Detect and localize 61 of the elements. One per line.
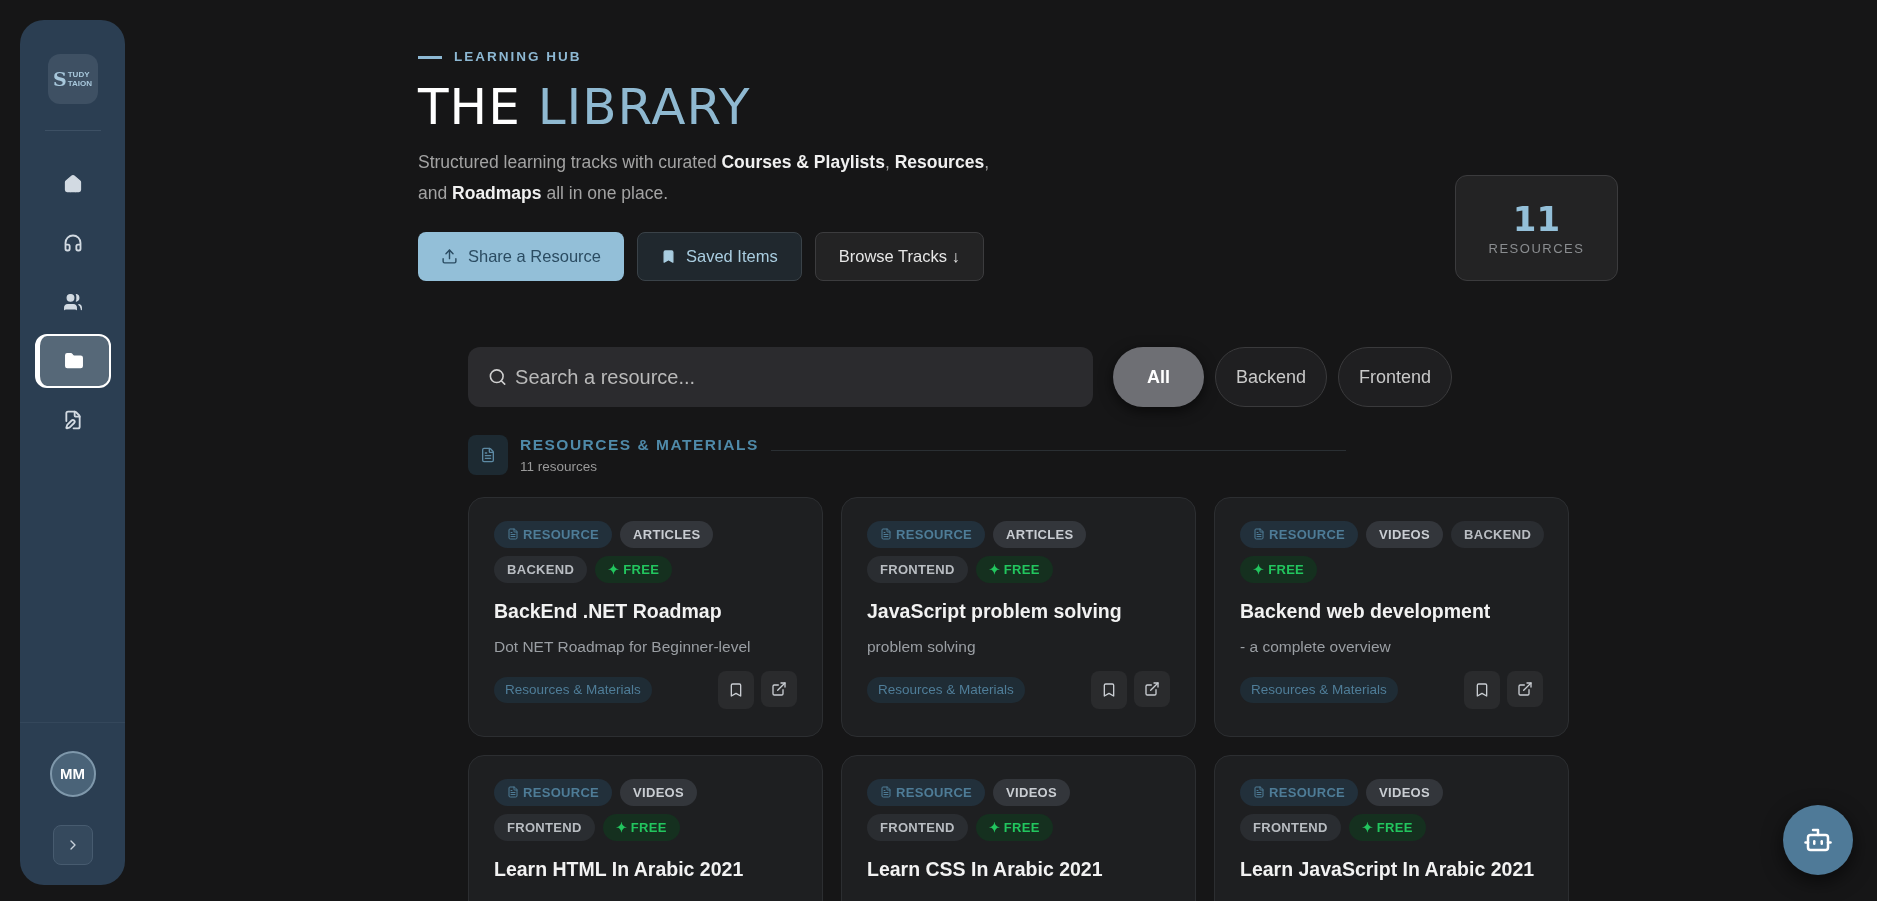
tag: ✦ FREE bbox=[975, 813, 1053, 841]
logo-initial: S bbox=[53, 69, 67, 89]
tag: ARTICLES bbox=[620, 520, 714, 548]
tag: FRONTEND bbox=[867, 555, 968, 583]
tag: ✦ FREE bbox=[602, 813, 680, 841]
tag: ARTICLES bbox=[993, 520, 1087, 548]
tag: ✦ FREE bbox=[1348, 813, 1426, 841]
tag: FRONTEND bbox=[1240, 813, 1341, 841]
card-title: BackEnd .NET Roadmap bbox=[494, 598, 723, 624]
tag: RESOURCE bbox=[494, 778, 613, 806]
section-count: 11 resources bbox=[520, 457, 599, 476]
user-avatar[interactable]: MM bbox=[49, 751, 96, 797]
tag: ✦ FREE bbox=[595, 555, 673, 583]
tag: VIDEOS bbox=[993, 778, 1070, 806]
card-title: Learn JavaScript In Arabic 2021 bbox=[1240, 856, 1536, 882]
tag: FRONTEND bbox=[867, 813, 968, 841]
search-field[interactable]: Search a resource... bbox=[468, 347, 1093, 408]
resource-card[interactable]: RESOURCE VIDEOS FRONTEND ✦ FREE Learn HTML In Arabic 2021 bbox=[468, 754, 823, 901]
page-title: THE LIBRARY bbox=[418, 77, 752, 138]
tag: BACKEND bbox=[1451, 520, 1545, 548]
card-description: Dot NET Roadmap for Beginner-level bbox=[494, 637, 752, 657]
tag: ✦ FREE bbox=[975, 555, 1053, 583]
category-tag: Resources & Materials bbox=[867, 676, 1025, 703]
resource-card[interactable]: RESOURCE ARTICLES FRONTEND ✦ FREE JavaScript problem solving problem solving Resources & Materials bbox=[841, 496, 1196, 737]
tag: VIDEOS bbox=[1366, 520, 1443, 548]
tag: RESOURCE bbox=[867, 778, 986, 806]
tag: RESOURCE bbox=[494, 520, 613, 548]
tag: ✦ FREE bbox=[1240, 555, 1318, 583]
eyebrow-label: LEARNING HUB bbox=[454, 48, 582, 66]
resource-card[interactable]: RESOURCE VIDEOS BACKEND ✦ FREE Backend web development - a complete overview Resources & Materials bbox=[1214, 496, 1569, 737]
tag: VIDEOS bbox=[620, 778, 697, 806]
filter-chip[interactable]: Frontend bbox=[1338, 347, 1453, 408]
page-description: Structured learning tracks with curated Courses & Playlists, Resources, and Roadmaps all in one place. bbox=[418, 151, 990, 206]
logo-text: TUDY bbox=[67, 70, 91, 79]
card-description: problem solving bbox=[867, 637, 977, 657]
card-title: JavaScript problem solving bbox=[867, 598, 1123, 624]
saved-items-button[interactable]: Saved Items bbox=[637, 232, 802, 282]
card-title: Learn CSS In Arabic 2021 bbox=[867, 856, 1104, 882]
tag: VIDEOS bbox=[1366, 778, 1443, 806]
tag: RESOURCE bbox=[867, 520, 986, 548]
resource-card[interactable]: RESOURCE VIDEOS FRONTEND ✦ FREE Learn CSS In Arabic 2021 bbox=[841, 754, 1196, 901]
category-tag: Resources & Materials bbox=[494, 676, 652, 703]
logo-text: TAION bbox=[67, 79, 92, 88]
card-title: Learn HTML In Arabic 2021 bbox=[494, 856, 745, 882]
filter-chip[interactable]: Backend bbox=[1215, 347, 1328, 408]
resource-card[interactable]: RESOURCE ARTICLES BACKEND ✦ FREE BackEnd .NET Roadmap Dot NET Roadmap for Beginner-level Resources & Materials bbox=[468, 496, 823, 737]
tag: RESOURCE bbox=[1240, 778, 1359, 806]
section-title: RESOURCES & MATERIALS bbox=[520, 435, 759, 456]
resource-card[interactable]: RESOURCE VIDEOS FRONTEND ✦ FREE Learn JavaScript In Arabic 2021 bbox=[1214, 754, 1569, 901]
share-button[interactable]: Share a Resource bbox=[418, 232, 624, 282]
search-input[interactable]: Search a resource... bbox=[515, 362, 1073, 393]
browse-tracks-button[interactable]: Browse Tracks ↓ bbox=[814, 232, 984, 282]
tag: RESOURCE bbox=[1240, 520, 1359, 548]
stat-label: RESOURCES bbox=[1488, 239, 1585, 258]
card-title: Backend web development bbox=[1240, 598, 1492, 624]
category-tag: Resources & Materials bbox=[1240, 676, 1398, 703]
filter-chip[interactable]: All bbox=[1113, 347, 1204, 408]
tag: FRONTEND bbox=[494, 813, 595, 841]
tag: BACKEND bbox=[494, 555, 588, 583]
card-description: - a complete overview bbox=[1240, 637, 1392, 657]
stat-value: 11 bbox=[1512, 198, 1561, 239]
